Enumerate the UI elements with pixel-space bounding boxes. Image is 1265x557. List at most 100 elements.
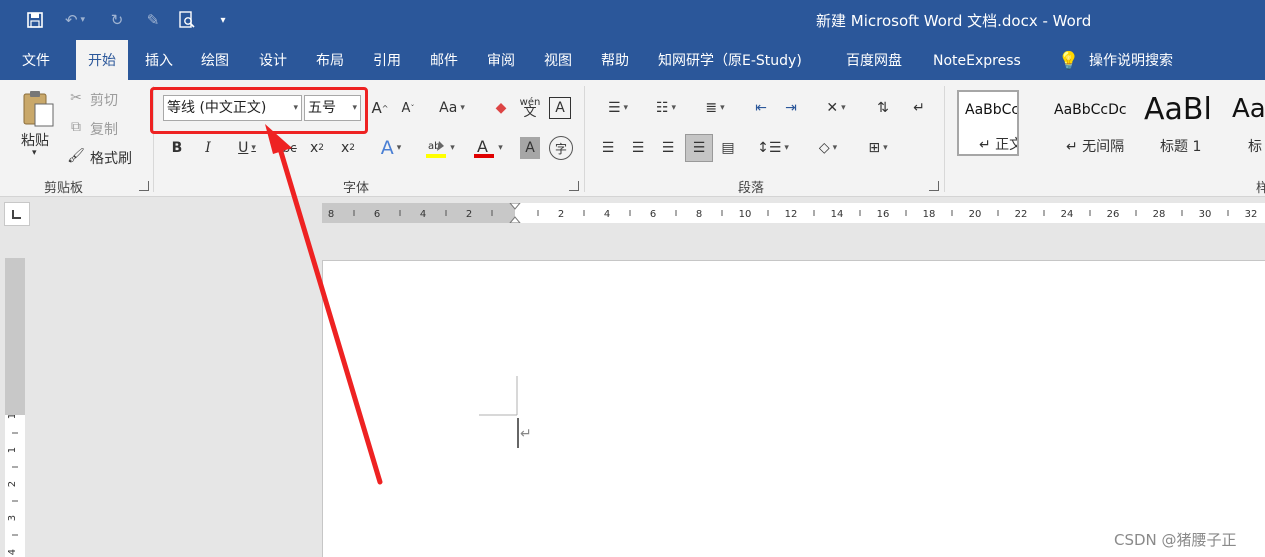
align-right-icon[interactable]: ☰ <box>657 136 679 160</box>
italic-icon[interactable]: I <box>199 137 217 159</box>
shading-icon[interactable]: ◇ ▾ <box>808 136 848 160</box>
align-center-icon[interactable]: ☰ <box>627 136 649 160</box>
document-page[interactable]: ↵ <box>322 260 1265 557</box>
tab-selector[interactable] <box>4 202 30 226</box>
clipboard-group-label: 剪贴板 <box>44 181 84 196</box>
style-no-spacing[interactable]: AaBbCcDc ↵ 无间隔 <box>1048 92 1130 158</box>
phonetic-guide-icon[interactable]: wén 文 <box>519 95 541 121</box>
ruler-label: 2 <box>558 209 564 220</box>
tab-home[interactable]: 开始 <box>76 40 128 80</box>
paragraph-launcher[interactable] <box>929 181 939 191</box>
character-shading-icon[interactable]: A <box>520 137 540 159</box>
ruler-label: 12 <box>785 209 798 220</box>
style-sample: AaBl <box>1144 92 1212 127</box>
font-color-icon[interactable]: A ▾ <box>468 136 508 160</box>
chinese-layout-icon[interactable]: ✕ ▾ <box>816 97 856 119</box>
text-effects-icon[interactable]: A ▾ <box>372 136 410 160</box>
character-border-icon[interactable]: A <box>549 97 571 119</box>
strikethrough-icon[interactable]: abc <box>273 137 299 159</box>
tell-me-search[interactable]: 操作说明搜索 <box>1089 40 1173 80</box>
shrink-font-icon[interactable]: Aˇ <box>398 97 418 119</box>
tab-insert[interactable]: 插入 <box>145 40 173 80</box>
borders-icon[interactable]: ⊞ ▾ <box>858 136 898 160</box>
tab-help[interactable]: 帮助 <box>601 40 629 80</box>
save-icon[interactable] <box>24 9 46 31</box>
tab-cnki-estudy[interactable]: 知网研学（原E-Study) <box>658 40 802 80</box>
window-title: 新建 Microsoft Word 文档.docx - Word <box>816 12 1092 30</box>
tab-references[interactable]: 引用 <box>373 40 401 80</box>
show-marks-icon[interactable]: ↵ <box>908 97 930 119</box>
cut-button[interactable]: 剪切 <box>90 90 118 110</box>
subscript-icon[interactable]: x2 <box>306 137 328 159</box>
tab-draw[interactable]: 绘图 <box>201 40 229 80</box>
style-name: ↵ 正文 <box>979 137 1019 153</box>
ruler-label: 26 <box>1107 209 1120 220</box>
numbering-icon[interactable]: ☷ ▾ <box>646 97 686 119</box>
horizontal-ruler[interactable]: 8 6 4 2 2 4 6 8 10 12 14 16 18 20 22 24 26 28 30 32 <box>322 203 1265 223</box>
align-left-icon[interactable]: ☰ <box>597 136 619 160</box>
tab-design[interactable]: 设计 <box>259 40 287 80</box>
hanging-indent-marker[interactable] <box>509 216 521 223</box>
style-name: ↵ 无间隔 <box>1066 139 1125 155</box>
tab-mailings[interactable]: 邮件 <box>430 40 458 80</box>
clipboard-launcher[interactable] <box>139 181 149 191</box>
paste-button[interactable]: 粘贴 <box>21 130 49 150</box>
ruler-label: 2 <box>7 481 18 487</box>
change-case-icon[interactable]: Aa ▾ <box>434 97 470 119</box>
ruler-label: 16 <box>877 209 890 220</box>
tab-layout[interactable]: 布局 <box>316 40 344 80</box>
paste-dropdown-icon[interactable]: ▾ <box>32 148 37 158</box>
undo-icon[interactable]: ↶ ▾ <box>58 9 92 31</box>
ruler-label: 24 <box>1061 209 1074 220</box>
ruler-label: 32 <box>1245 209 1258 220</box>
enclose-characters-icon[interactable]: 字 <box>549 136 573 160</box>
multilevel-list-icon[interactable]: ≣ ▾ <box>695 97 735 119</box>
justify-icon[interactable]: ☰ <box>685 134 713 162</box>
copy-button[interactable]: 复制 <box>90 119 118 139</box>
increase-indent-icon[interactable]: ⇥ <box>780 97 802 119</box>
copy-icon[interactable]: ⧉ <box>66 117 86 137</box>
grow-font-icon[interactable]: A ^ <box>370 97 390 119</box>
separator <box>584 86 585 192</box>
font-launcher[interactable] <box>569 181 579 191</box>
ribbon-tabs: 文件 开始 插入 绘图 设计 布局 引用 邮件 审阅 视图 帮助 知网研学（原E… <box>0 40 1265 80</box>
font-group-label: 字体 <box>343 181 370 196</box>
sort-icon[interactable]: ⇅ <box>872 97 894 119</box>
redo-icon[interactable]: ↻ <box>106 9 128 31</box>
scissors-icon[interactable]: ✂ <box>66 88 86 108</box>
bold-icon[interactable]: B <box>168 137 186 159</box>
underline-icon[interactable]: U ▾ <box>229 137 265 159</box>
clear-formatting-icon[interactable]: ◆ <box>490 97 512 119</box>
format-painter-icon[interactable]: 🖌 <box>66 146 86 166</box>
tab-review[interactable]: 审阅 <box>487 40 515 80</box>
vertical-ruler[interactable]: 432111234 <box>5 258 25 557</box>
style-sample: Aa <box>1232 94 1265 124</box>
ruler-label: 6 <box>374 209 380 220</box>
customize-toolbar-icon[interactable]: ▾ <box>214 9 232 31</box>
first-line-indent-marker[interactable] <box>509 203 521 210</box>
text-highlight-icon[interactable]: ab ▾ <box>420 136 460 160</box>
distributed-icon[interactable]: ▤ <box>717 136 739 160</box>
ruler-label: 3 <box>7 515 18 521</box>
style-name: 标题 1 <box>1160 139 1202 155</box>
tab-file[interactable]: 文件 <box>22 40 50 80</box>
style-heading-2[interactable]: Aa 标 <box>1226 92 1265 158</box>
tab-baidu-netdisk[interactable]: 百度网盘 <box>846 40 902 80</box>
style-name: 标 <box>1248 139 1262 155</box>
style-heading-1[interactable]: AaBl 标题 1 <box>1138 92 1218 158</box>
tab-noteexpress[interactable]: NoteExpress <box>933 40 1021 80</box>
format-painter-button[interactable]: 格式刷 <box>90 148 132 168</box>
bullets-icon[interactable]: ☰ ▾ <box>598 97 638 119</box>
svg-text:↵: ↵ <box>520 426 532 442</box>
paste-icon[interactable] <box>18 86 58 130</box>
superscript-icon[interactable]: x2 <box>337 137 359 159</box>
decrease-indent-icon[interactable]: ⇤ <box>750 97 772 119</box>
ruler-ticks: 8 6 4 2 2 4 6 8 10 12 14 16 18 20 22 24 26 28 30 32 <box>328 203 1258 223</box>
draw-pen-icon[interactable]: ✎ <box>142 9 164 31</box>
line-spacing-icon[interactable]: ↕☰ ▾ <box>753 136 793 160</box>
tab-view[interactable]: 视图 <box>544 40 572 80</box>
style-normal[interactable]: AaBbCcDc ↵ 正文 <box>957 90 1019 156</box>
styles-group-label: 样 <box>1256 181 1265 196</box>
print-preview-icon[interactable] <box>176 9 198 31</box>
text-cursor-area: ↵ <box>479 376 532 448</box>
